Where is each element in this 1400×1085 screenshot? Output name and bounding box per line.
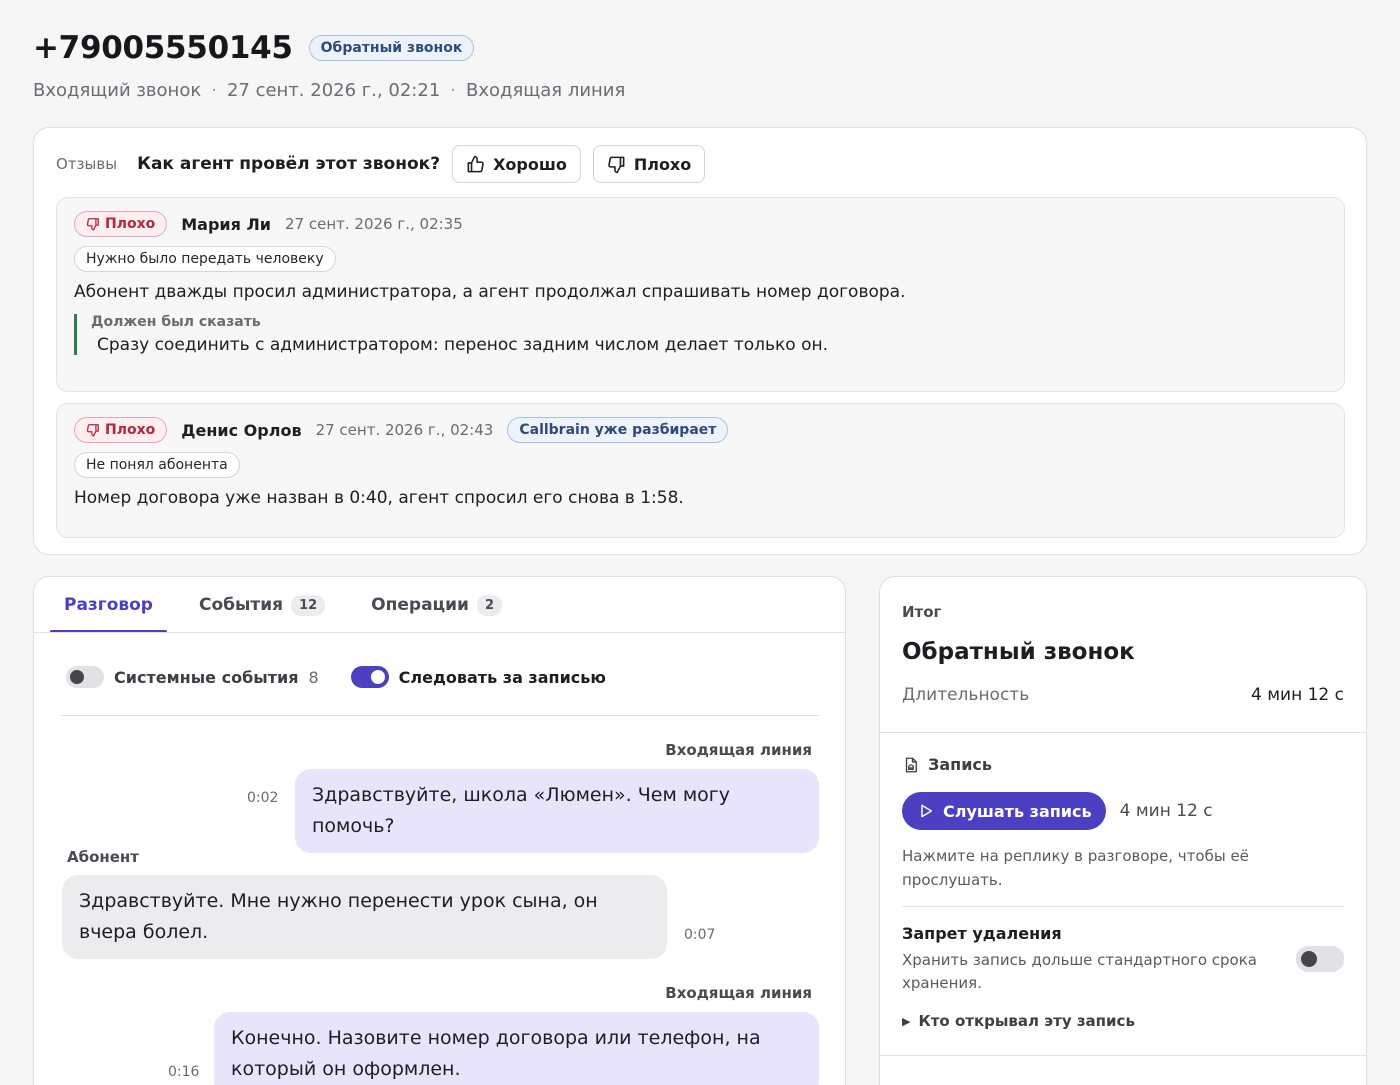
triangle-right-icon: ▶ <box>902 1014 911 1028</box>
tabs-divider <box>34 632 845 633</box>
summary-title: Обратный звонок <box>902 639 1135 665</box>
review-item: Плохо Мария Ли 27 сент. 2026 г., 02:35 Н… <box>56 197 1345 392</box>
thumbs-down-icon <box>608 156 625 173</box>
delete-lock-toggle[interactable] <box>1296 946 1344 972</box>
message-time[interactable]: 0:02 <box>247 790 278 806</box>
tab-label: Операции <box>371 595 469 615</box>
summary-divider <box>880 1055 1366 1056</box>
recording-duration: 4 мин 12 с <box>1119 801 1213 821</box>
rate-good-button[interactable]: Хорошо <box>452 145 581 183</box>
rate-bad-button[interactable]: Плохо <box>592 145 706 183</box>
toggles-divider <box>61 715 819 716</box>
call-badge: Обратный звонок <box>308 35 475 61</box>
message-speaker: Входящая линия <box>665 984 812 1002</box>
reviews-label: Отзывы <box>56 155 118 173</box>
duration-row: Длительность 4 мин 12 с <box>902 685 1344 705</box>
rating-label: Плохо <box>105 216 156 232</box>
message-bubble[interactable]: Конечно. Назовите номер договора или тел… <box>214 1012 819 1085</box>
delete-lock-description: Хранить запись дольше стандартного срока… <box>902 951 1257 992</box>
meta-separator: · <box>211 80 217 101</box>
conversation-toggles: Системные события 8 Следовать за записью <box>66 666 606 688</box>
call-line: Входящая линия <box>466 80 626 101</box>
review-tag: Нужно было передать человеку <box>74 246 336 272</box>
system-events-count: 8 <box>308 667 319 687</box>
review-text: Абонент дважды просил администратора, а … <box>74 282 906 302</box>
message-time[interactable]: 0:16 <box>168 1064 199 1080</box>
review-text: Номер договора уже назван в 0:40, агент … <box>74 488 684 508</box>
message-speaker: Входящая линия <box>665 741 812 759</box>
play-icon <box>921 804 933 818</box>
thumbs-up-icon <box>467 155 484 172</box>
tab-count-badge: 12 <box>291 594 326 616</box>
play-recording-label: Слушать запись <box>943 801 1092 821</box>
call-meta: Входящий звонок · 27 сент. 2026 г., 02:2… <box>33 80 625 101</box>
review-date: 27 сент. 2026 г., 02:35 <box>284 215 463 233</box>
tab-conversation[interactable]: Разговор <box>50 577 167 633</box>
conversation-card: Разговор События 12 Операции 2 Системные… <box>33 576 846 1085</box>
message-time[interactable]: 0:07 <box>684 927 715 943</box>
review-quote: Должен был сказать Сразу соединить с адм… <box>74 314 1327 355</box>
who-opened-label: Кто открывал эту запись <box>918 1012 1135 1030</box>
rating-badge: Плохо <box>74 211 168 237</box>
follow-recording-toggle[interactable] <box>350 666 389 688</box>
summary-divider <box>880 732 1366 733</box>
review-item: Плохо Денис Орлов 27 сент. 2026 г., 02:4… <box>56 403 1345 538</box>
play-recording-button[interactable]: Слушать запись <box>902 792 1106 830</box>
delete-lock-title: Запрет удаления <box>902 924 1062 943</box>
thumbs-down-icon <box>86 218 99 231</box>
who-opened-expander[interactable]: ▶ Кто открывал эту запись <box>902 1012 1135 1030</box>
call-type: Входящий звонок <box>33 80 202 101</box>
review-date: 27 сент. 2026 г., 02:43 <box>315 421 494 439</box>
rating-label: Плохо <box>105 422 156 438</box>
message-speaker: Абонент <box>67 848 139 866</box>
tab-events[interactable]: События 12 <box>185 577 339 633</box>
follow-recording-label: Следовать за записью <box>398 667 606 687</box>
reviews-header: Отзывы Как агент провёл этот звонок? Хор… <box>56 145 706 183</box>
thumbs-down-icon <box>86 424 99 437</box>
review-question: Как агент провёл этот звонок? <box>137 154 441 174</box>
summary-card: Итог Обратный звонок Длительность 4 мин … <box>879 576 1367 1085</box>
recording-label: Запись <box>928 755 993 774</box>
tab-count-badge: 2 <box>476 594 503 616</box>
summary-section-label: Итог <box>902 603 942 621</box>
tab-operations[interactable]: Операции 2 <box>357 577 516 633</box>
call-datetime: 27 сент. 2026 г., 02:21 <box>226 80 441 101</box>
quote-text: Сразу соединить с администратором: перен… <box>97 335 829 355</box>
conversation-tabs: Разговор События 12 Операции 2 <box>50 577 845 633</box>
review-author: Денис Орлов <box>181 420 302 440</box>
review-status-badge: Callbrain уже разбирает <box>507 417 729 443</box>
rating-badge: Плохо <box>74 417 168 443</box>
play-row: Слушать запись 4 мин 12 с <box>902 792 1213 830</box>
summary-divider <box>902 906 1344 907</box>
message-bubble[interactable]: Здравствуйте. Мне нужно перенести урок с… <box>62 875 667 959</box>
tab-label: События <box>198 595 284 615</box>
recording-header: Запись <box>902 755 992 774</box>
duration-label: Длительность <box>902 685 1030 705</box>
system-events-label: Системные события <box>114 667 299 687</box>
duration-value: 4 мин 12 с <box>1251 685 1344 705</box>
rate-good-label: Хорошо <box>493 154 567 174</box>
system-events-toggle[interactable] <box>66 666 104 688</box>
meta-separator: · <box>450 80 457 101</box>
review-author: Мария Ли <box>181 214 271 234</box>
page-title: +79005550145 <box>33 30 293 66</box>
review-tag: Не понял абонента <box>74 452 240 478</box>
message-bubble[interactable]: Здравствуйте, школа «Люмен». Чем могу по… <box>295 769 819 853</box>
rate-bad-label: Плохо <box>633 154 692 174</box>
tab-label: Разговор <box>64 595 153 615</box>
quote-label: Должен был сказать <box>91 314 261 330</box>
reviews-card: Отзывы Как агент провёл этот звонок? Хор… <box>33 127 1367 555</box>
call-header: +79005550145 Обратный звонок Входящий зв… <box>33 30 625 101</box>
record-file-icon <box>905 757 917 772</box>
recording-hint: Нажмите на реплику в разговоре, чтобы её… <box>902 847 1249 889</box>
